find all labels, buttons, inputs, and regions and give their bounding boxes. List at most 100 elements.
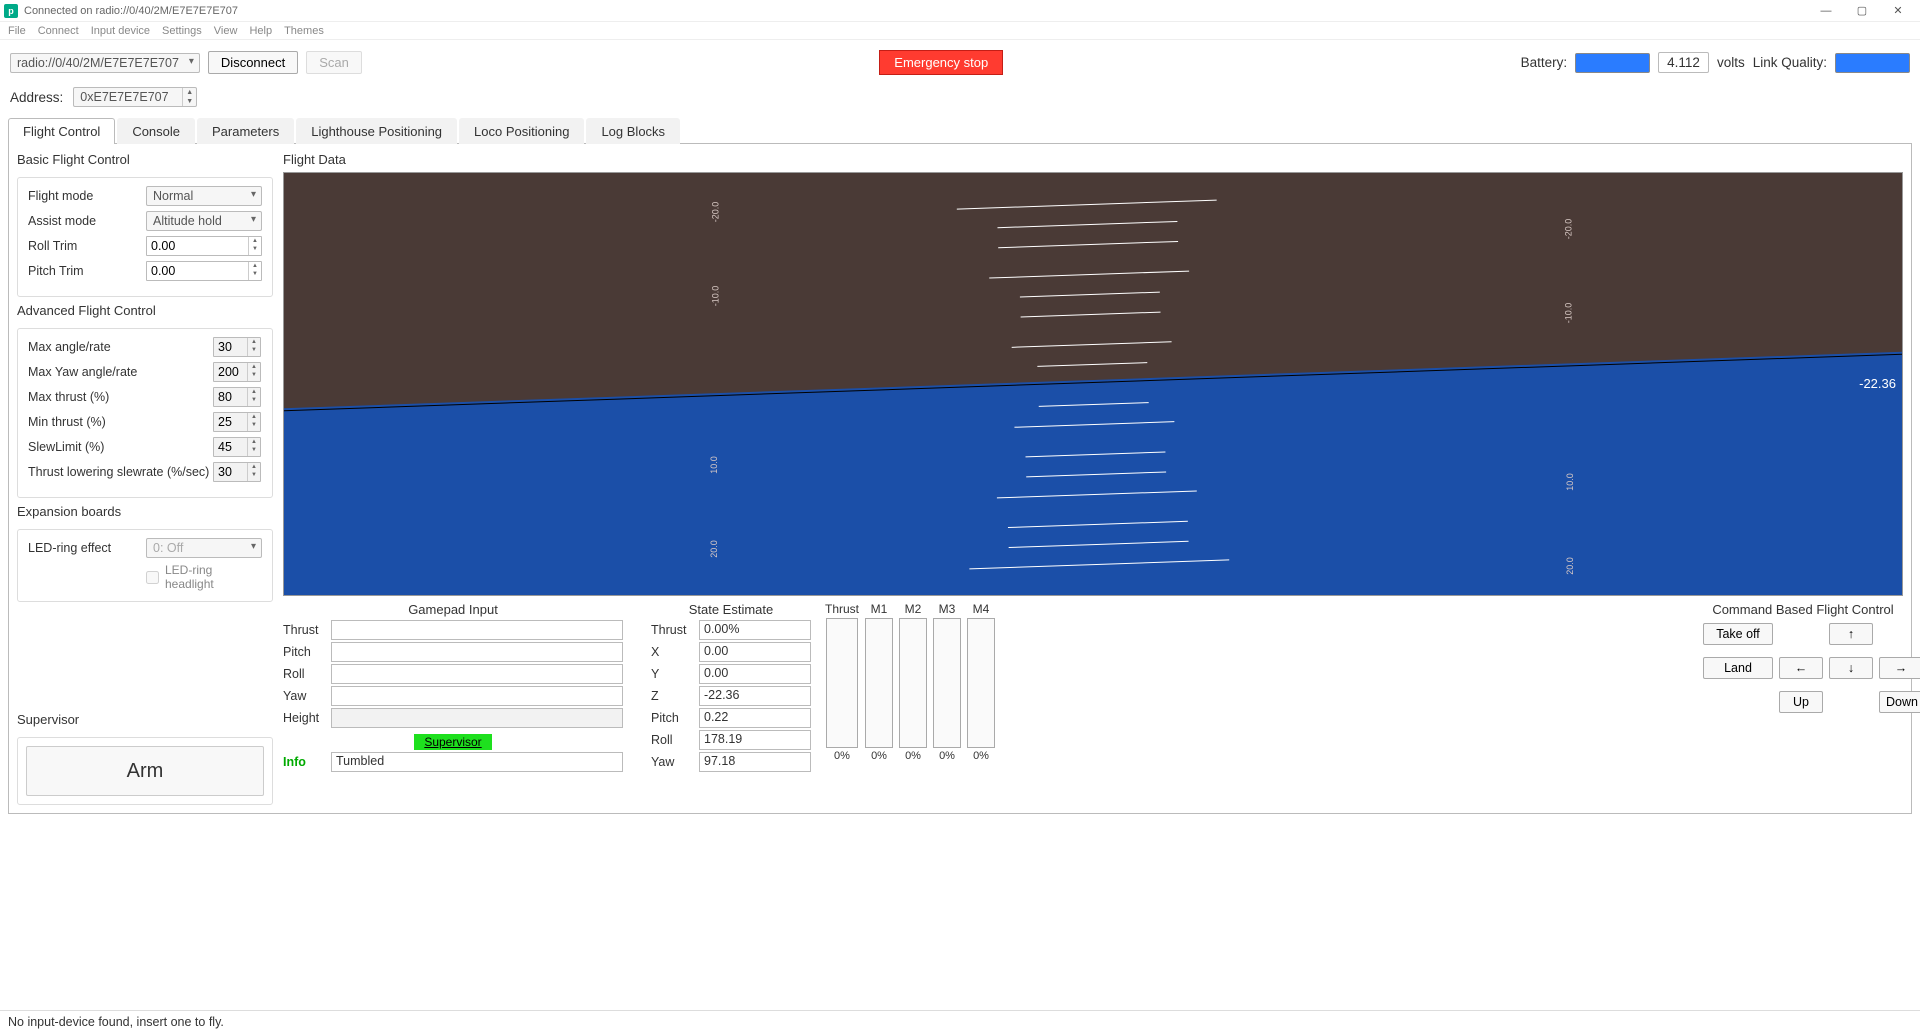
emergency-stop-button[interactable]: Emergency stop <box>879 50 1003 75</box>
tab-flight-control[interactable]: Flight Control <box>8 118 115 144</box>
menu-help[interactable]: Help <box>249 25 272 37</box>
assist-mode-select[interactable]: Altitude hold <box>146 211 262 231</box>
arrow-left-button[interactable]: ← <box>1779 657 1823 679</box>
address-input[interactable]: ▲▼ <box>73 87 197 107</box>
flight-data-title: Flight Data <box>283 152 1903 167</box>
land-button[interactable]: Land <box>1703 657 1773 679</box>
se-label: Z <box>651 689 699 703</box>
disconnect-button[interactable]: Disconnect <box>208 51 298 74</box>
se-label: X <box>651 645 699 659</box>
toolbar: radio://0/40/2M/E7E7E7E707 Disconnect Sc… <box>0 40 1920 81</box>
up-button[interactable]: Up <box>1779 691 1823 713</box>
arrow-up-button[interactable]: ↑ <box>1829 623 1873 645</box>
motors-panel: Thrust0% M10% M20% M30% M40% <box>825 602 995 762</box>
address-label: Address: <box>10 90 63 105</box>
command-title: Command Based Flight Control <box>1703 602 1903 617</box>
minimize-button[interactable]: — <box>1808 0 1844 22</box>
pitch-tick: -20.0 <box>710 201 720 222</box>
close-button[interactable]: ✕ <box>1880 0 1916 22</box>
led-headlight-checkbox[interactable] <box>146 571 159 584</box>
se-value: 0.00% <box>699 620 811 640</box>
pitch-tick: -10.0 <box>1563 303 1573 324</box>
min-thrust-label: Min thrust (%) <box>28 415 213 429</box>
state-estimate-panel: State Estimate Thrust0.00% X0.00 Y0.00 Z… <box>651 602 811 774</box>
menu-file[interactable]: File <box>8 25 26 37</box>
title-bar: p Connected on radio://0/40/2M/E7E7E7E70… <box>0 0 1920 22</box>
supervisor-title: Supervisor <box>17 712 273 727</box>
basic-flight-group: Flight modeNormal Assist modeAltitude ho… <box>17 177 273 297</box>
takeoff-button[interactable]: Take off <box>1703 623 1773 645</box>
tab-lighthouse[interactable]: Lighthouse Positioning <box>296 118 457 144</box>
m3-label: M3 <box>939 602 956 616</box>
m1-val: 0% <box>871 750 887 762</box>
pitch-tick: 10.0 <box>1565 473 1575 491</box>
menu-themes[interactable]: Themes <box>284 25 324 37</box>
max-yaw-label: Max Yaw angle/rate <box>28 365 213 379</box>
se-value: 0.00 <box>699 642 811 662</box>
info-value: Tumbled <box>331 752 623 772</box>
down-button[interactable]: Down <box>1879 691 1920 713</box>
m4-bar <box>967 618 995 748</box>
se-value: -22.36 <box>699 686 811 706</box>
menu-settings[interactable]: Settings <box>162 25 202 37</box>
volts-label: volts <box>1717 55 1745 70</box>
menu-connect[interactable]: Connect <box>38 25 79 37</box>
arrow-down-button[interactable]: ↓ <box>1829 657 1873 679</box>
se-label: Yaw <box>651 755 699 769</box>
tab-parameters[interactable]: Parameters <box>197 118 294 144</box>
pitch-tick: 20.0 <box>1565 557 1575 575</box>
roll-trim-input[interactable]: ▲▼ <box>146 236 262 256</box>
se-value: 0.00 <box>699 664 811 684</box>
app-icon: p <box>4 4 18 18</box>
led-headlight-label: LED-ring headlight <box>165 563 262 591</box>
pitch-tick: 10.0 <box>708 456 718 474</box>
tab-log-blocks[interactable]: Log Blocks <box>586 118 680 144</box>
flight-mode-label: Flight mode <box>28 189 146 203</box>
m3-bar <box>933 618 961 748</box>
arrow-right-button[interactable]: → <box>1879 657 1920 679</box>
attitude-indicator: -20.0 -10.0 10.0 20.0 -20.0 -10.0 10.0 2… <box>283 172 1903 596</box>
gp-thrust-label: Thrust <box>283 623 331 637</box>
tab-body: Basic Flight Control Flight modeNormal A… <box>8 144 1912 814</box>
supervisor-pill[interactable]: Supervisor <box>414 734 491 750</box>
link-quality-bar <box>1835 53 1910 73</box>
max-angle-input[interactable]: ▲▼ <box>213 337 261 357</box>
status-bar: No input-device found, insert one to fly… <box>0 1010 1920 1033</box>
menu-input-device[interactable]: Input device <box>91 25 150 37</box>
gp-thrust-value <box>331 620 623 640</box>
thrust-lower-label: Thrust lowering slewrate (%/sec) <box>28 465 213 479</box>
flight-mode-select[interactable]: Normal <box>146 186 262 206</box>
altitude-readout: -22.36 <box>1859 376 1896 391</box>
max-yaw-input[interactable]: ▲▼ <box>213 362 261 382</box>
gamepad-panel: Gamepad Input Thrust Pitch Roll Yaw Heig… <box>283 602 623 774</box>
gp-yaw-value <box>331 686 623 706</box>
pitch-tick: -10.0 <box>710 286 720 307</box>
radio-uri-combo[interactable]: radio://0/40/2M/E7E7E7E707 <box>10 53 200 73</box>
assist-mode-label: Assist mode <box>28 214 146 228</box>
pitch-trim-input[interactable]: ▲▼ <box>146 261 262 281</box>
thrust-col-label: Thrust <box>825 602 859 616</box>
link-quality-label: Link Quality: <box>1753 55 1827 70</box>
scan-button[interactable]: Scan <box>306 51 362 74</box>
tab-console[interactable]: Console <box>117 118 195 144</box>
max-angle-label: Max angle/rate <box>28 340 213 354</box>
max-thrust-input[interactable]: ▲▼ <box>213 387 261 407</box>
info-label: Info <box>283 755 331 769</box>
se-value: 97.18 <box>699 752 811 772</box>
command-panel: Command Based Flight Control Take off ↑ … <box>1703 602 1903 716</box>
thrust-lower-input[interactable]: ▲▼ <box>213 462 261 482</box>
menu-view[interactable]: View <box>214 25 238 37</box>
expansion-group: LED-ring effect0: Off LED-ring headlight <box>17 529 273 602</box>
min-thrust-input[interactable]: ▲▼ <box>213 412 261 432</box>
gp-roll-value <box>331 664 623 684</box>
arm-button[interactable]: Arm <box>26 746 264 796</box>
supervisor-box: Arm <box>17 737 273 805</box>
max-thrust-label: Max thrust (%) <box>28 390 213 404</box>
gp-pitch-label: Pitch <box>283 645 331 659</box>
slew-limit-input[interactable]: ▲▼ <box>213 437 261 457</box>
m2-bar <box>899 618 927 748</box>
led-ring-select[interactable]: 0: Off <box>146 538 262 558</box>
m2-label: M2 <box>905 602 922 616</box>
maximize-button[interactable]: ▢ <box>1844 0 1880 22</box>
tab-loco[interactable]: Loco Positioning <box>459 118 584 144</box>
